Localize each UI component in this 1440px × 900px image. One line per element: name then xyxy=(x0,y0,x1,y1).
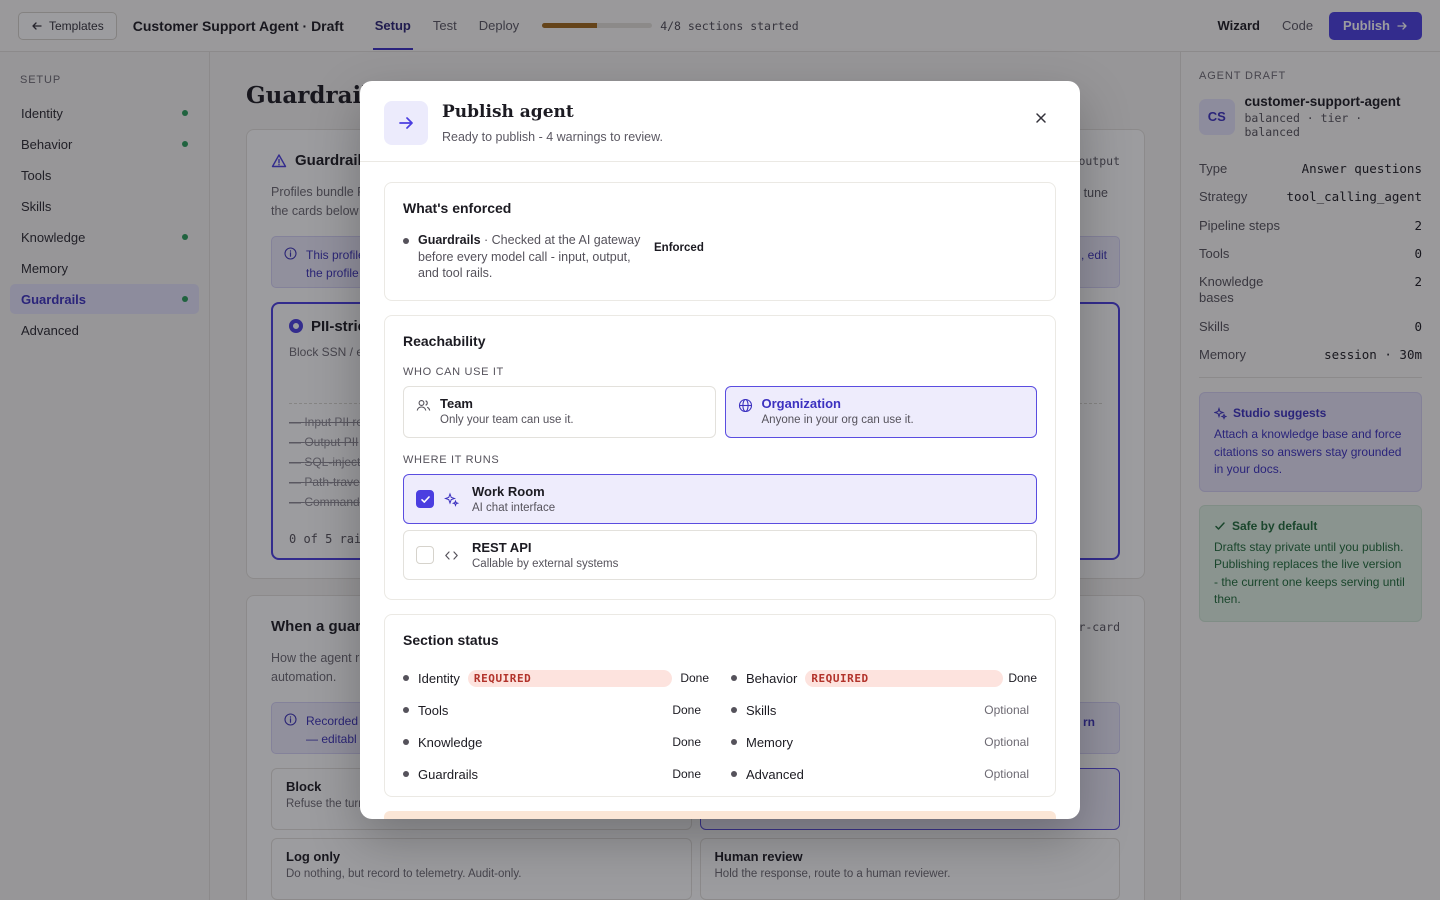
status-grid: Identity REQUIRED Done Tools Done Knowle… xyxy=(403,662,1037,790)
run-option-rest-api[interactable]: REST API Callable by external systems xyxy=(403,530,1037,580)
section-title: What's enforced xyxy=(403,200,512,216)
bullet-dot xyxy=(403,675,409,681)
status-row-identity: Identity REQUIRED Done xyxy=(403,662,709,694)
modal-subtitle: Ready to publish - 4 warnings to review. xyxy=(442,130,663,144)
check-icon xyxy=(420,495,430,503)
status-row-skills: Skills Optional xyxy=(731,694,1037,726)
status-row-guardrails: Guardrails Done xyxy=(403,758,709,790)
required-badge: REQUIRED xyxy=(467,669,672,687)
close-button[interactable] xyxy=(1026,103,1056,133)
bullet-dot xyxy=(731,675,737,681)
publish-arrow-icon xyxy=(384,101,428,145)
close-icon xyxy=(1036,113,1046,123)
modal-body: What's enforced Guardrails · Checked at … xyxy=(360,162,1080,819)
bullet-dot xyxy=(403,771,409,777)
bullet-dot xyxy=(731,739,737,745)
reach-option-team[interactable]: Team Only your team can use it. xyxy=(403,386,716,438)
run-option-work-room[interactable]: Work Room AI chat interface xyxy=(403,474,1037,524)
option-sub: AI chat interface xyxy=(472,502,556,514)
option-title: Work Room xyxy=(472,484,545,499)
globe-icon xyxy=(738,398,756,416)
code-icon xyxy=(444,548,460,563)
bullet-dot xyxy=(403,238,409,244)
sparkle-icon xyxy=(444,492,460,507)
bullet-dot xyxy=(731,707,737,713)
reachability-section: Reachability WHO CAN USE IT Team Only yo… xyxy=(384,315,1056,600)
status-row-advanced: Advanced Optional xyxy=(731,758,1037,790)
status-row-memory: Memory Optional xyxy=(731,726,1037,758)
enforced-badge: Enforced xyxy=(654,242,704,254)
status-row-knowledge: Knowledge Done xyxy=(403,726,709,758)
enforced-item-name: Guardrails xyxy=(418,233,481,247)
option-sub: Anyone in your org can use it. xyxy=(761,414,914,426)
enforced-item: Guardrails · Checked at the AI gateway b… xyxy=(403,232,1037,282)
option-title: Team xyxy=(440,396,473,411)
section-status-section: Section status Identity REQUIRED Done To… xyxy=(384,614,1056,797)
modal-title: Publish agent xyxy=(442,102,574,122)
checkbox-unchecked[interactable] xyxy=(416,546,434,564)
modal-header: Publish agent Ready to publish - 4 warni… xyxy=(360,81,1080,162)
bullet-dot xyxy=(403,707,409,713)
option-title: REST API xyxy=(472,540,532,555)
section-title: Section status xyxy=(403,632,499,648)
users-icon xyxy=(416,398,434,416)
option-sub: Callable by external systems xyxy=(472,558,619,570)
status-row-tools: Tools Done xyxy=(403,694,709,726)
bullet-dot xyxy=(403,739,409,745)
required-badge: REQUIRED xyxy=(805,669,1004,687)
status-row-behavior: Behavior REQUIRED Done xyxy=(731,662,1037,694)
where-label: WHERE IT RUNS xyxy=(403,454,500,466)
enforced-section: What's enforced Guardrails · Checked at … xyxy=(384,182,1056,301)
option-sub: Only your team can use it. xyxy=(440,414,574,426)
reach-option-organization[interactable]: Organization Anyone in your org can use … xyxy=(724,386,1037,438)
option-title: Organization xyxy=(761,396,841,411)
checkbox-checked[interactable] xyxy=(416,490,434,508)
publish-agent-modal: Publish agent Ready to publish - 4 warni… xyxy=(360,81,1080,819)
bullet-dot xyxy=(731,771,737,777)
who-label: WHO CAN USE IT xyxy=(403,366,504,378)
warnings-section-peek xyxy=(384,811,1056,819)
section-title: Reachability xyxy=(403,333,486,349)
